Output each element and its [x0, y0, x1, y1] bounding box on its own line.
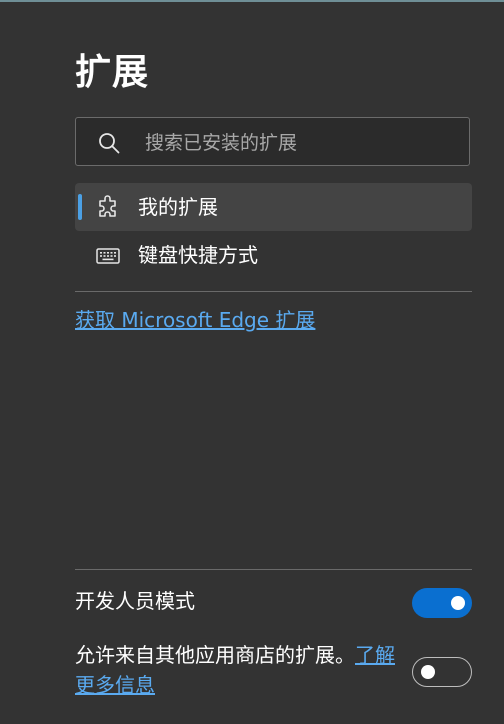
- nav-item-label: 键盘快捷方式: [138, 243, 258, 267]
- other-stores-description: 允许来自其他应用商店的扩展。了解更多信息: [75, 640, 395, 700]
- toggle-knob: [451, 596, 465, 610]
- get-extensions-link[interactable]: 获取 Microsoft Edge 扩展: [75, 305, 315, 335]
- other-stores-toggle[interactable]: [412, 657, 472, 687]
- active-indicator: [78, 194, 82, 220]
- divider: [75, 291, 472, 292]
- toggle-knob: [421, 664, 435, 679]
- developer-mode-toggle[interactable]: [412, 588, 472, 618]
- nav-item-keyboard-shortcuts[interactable]: 键盘快捷方式: [75, 231, 472, 279]
- search-icon: [98, 132, 120, 154]
- divider: [75, 569, 472, 570]
- extensions-sidebar: 扩展 我的扩展: [75, 0, 472, 724]
- other-stores-label: 允许来自其他应用商店的扩展。: [75, 643, 355, 667]
- nav-item-label: 我的扩展: [138, 195, 218, 219]
- puzzle-icon: [95, 195, 121, 221]
- keyboard-icon: [95, 243, 121, 269]
- page-title: 扩展: [75, 52, 150, 93]
- nav-item-my-extensions[interactable]: 我的扩展: [75, 183, 472, 231]
- search-input[interactable]: [143, 126, 457, 160]
- developer-mode-label: 开发人员模式: [75, 589, 195, 613]
- search-box[interactable]: [75, 117, 470, 166]
